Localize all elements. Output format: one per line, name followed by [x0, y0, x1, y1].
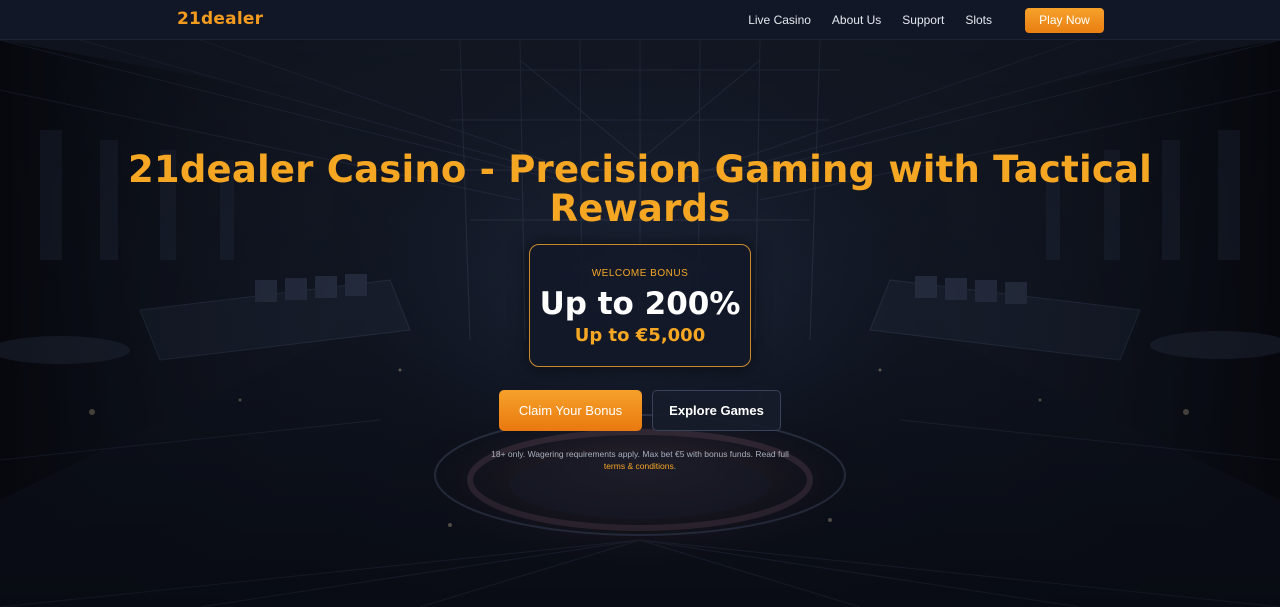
- site-logo[interactable]: 21dealer: [177, 9, 263, 29]
- bonus-disclaimer: 18+ only. Wagering requirements apply. M…: [480, 448, 800, 472]
- hero-headline: 21dealer Casino - Precision Gaming with …: [127, 148, 1153, 230]
- disclaimer-end: .: [673, 461, 677, 471]
- bonus-amount: Up to €5,000: [574, 325, 706, 346]
- nav-links: Live Casino About Us Support Slots Play …: [727, 0, 1104, 40]
- top-nav: 21dealer Live Casino About Us Support Sl…: [0, 0, 1280, 40]
- nav-link-live-casino[interactable]: Live Casino: [748, 13, 811, 27]
- nav-link-slots[interactable]: Slots: [965, 13, 992, 27]
- play-now-button[interactable]: Play Now: [1025, 7, 1104, 33]
- bonus-percentage: Up to 200%: [539, 286, 741, 322]
- nav-link-support[interactable]: Support: [902, 13, 944, 27]
- disclaimer-text: 18+ only. Wagering requirements apply. M…: [491, 449, 789, 459]
- nav-link-about-us[interactable]: About Us: [832, 13, 881, 27]
- welcome-bonus-card: WELCOME BONUS Up to 200% Up to €5,000: [529, 244, 751, 367]
- terms-link[interactable]: terms & conditions: [604, 461, 674, 471]
- bonus-label: WELCOME BONUS: [591, 268, 689, 279]
- explore-games-button[interactable]: Explore Games: [652, 390, 781, 431]
- claim-bonus-button[interactable]: Claim Your Bonus: [499, 390, 642, 431]
